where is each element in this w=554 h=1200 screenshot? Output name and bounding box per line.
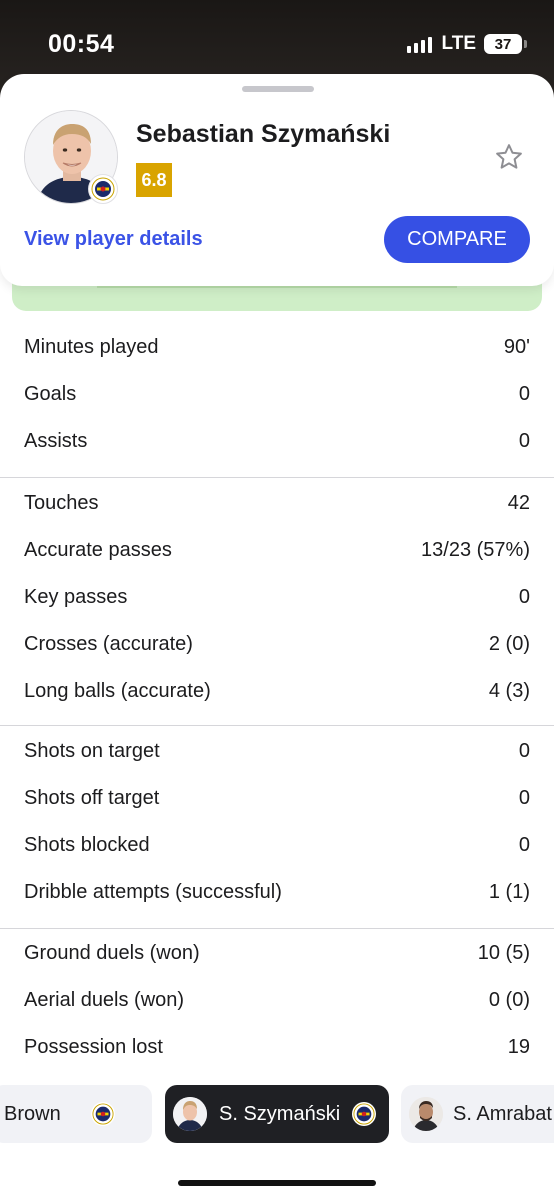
stat-label: Key passes (24, 586, 128, 608)
stat-row: Shots on target 0 (0, 728, 554, 775)
stat-value: 1 (1) (488, 881, 530, 903)
stat-row: Accurate passes 13/23 (57%) (0, 527, 554, 574)
stat-row: Minutes played 90' (0, 324, 554, 371)
signal-icon (406, 35, 432, 53)
stats-group-shooting: Shots on target 0 Shots off target 0 Shots… (0, 726, 554, 929)
stat-label: Assists (24, 430, 88, 452)
stats-list: Minutes played 90' Goals 0 Assists 0 Touche… (0, 324, 554, 1071)
stat-label: Goals (24, 383, 77, 405)
stat-row: Goals 0 (0, 371, 554, 418)
status-indicators: LTE 37 (406, 33, 527, 54)
rating-badge: 6.8 (136, 163, 172, 197)
stats-group-duels: Ground duels (won) 10 (5) Aerial duels (w… (0, 929, 554, 1071)
stat-label: Ground duels (won) (24, 942, 200, 964)
stat-row: Ground duels (won) 10 (5) (0, 930, 554, 977)
stat-value: 0 (518, 586, 530, 608)
stat-row: Crosses (accurate) 2 (0) (0, 621, 554, 668)
stat-row: Shots blocked 0 (0, 822, 554, 869)
view-player-details-link[interactable]: View player details (24, 228, 203, 251)
carousel-chip-next[interactable]: S. Amrabat (401, 1085, 554, 1143)
stat-value: 4 (3) (488, 680, 530, 702)
stat-value: 0 (518, 430, 530, 452)
stat-value: 2 (0) (488, 633, 530, 655)
stats-group-general: Minutes played 90' Goals 0 Assists 0 (0, 324, 554, 478)
stat-row: Assists 0 (0, 418, 554, 465)
stat-label: Crosses (accurate) (24, 633, 193, 655)
carousel-chip-current[interactable]: S. Szymański (165, 1085, 389, 1143)
club-badge-icon (352, 1102, 377, 1126)
stat-label: Shots off target (24, 787, 160, 809)
stat-label: Minutes played (24, 336, 159, 358)
carousel-player-name: S. Amrabat (453, 1102, 552, 1125)
stat-row: Possession lost 19 (0, 1024, 554, 1071)
stat-row: Dribble attempts (successful) 1 (1) (0, 869, 554, 916)
stat-label: Touches (24, 492, 99, 514)
stat-row: Long balls (accurate) 4 (3) (0, 668, 554, 715)
stat-row: Touches 42 (0, 480, 554, 527)
stat-value: 42 (507, 492, 530, 514)
stat-label: Aerial duels (won) (24, 989, 185, 1011)
stat-label: Accurate passes (24, 539, 172, 561)
stat-value: 13/23 (57%) (421, 539, 530, 561)
club-badge-icon (90, 1102, 115, 1126)
stat-value: 0 (518, 383, 530, 405)
sheet-grabber-handle[interactable] (242, 86, 314, 92)
player-header-card: Sebastian Szymański 6.8 View player deta… (0, 74, 554, 286)
stat-row: Aerial duels (won) 0 (0) (0, 977, 554, 1024)
player-avatar (409, 1097, 443, 1131)
stat-value: 90' (503, 336, 530, 358)
heatmap-pitch-line (97, 286, 457, 288)
stat-value: 0 (518, 787, 530, 809)
stat-label: Dribble attempts (successful) (24, 881, 282, 903)
battery-icon: 37 (484, 34, 527, 54)
stat-value: 19 (507, 1036, 530, 1058)
player-name: Sebastian Szymański (136, 120, 391, 148)
compare-button[interactable]: COMPARE (384, 216, 530, 263)
stat-value: 0 (518, 834, 530, 856)
carousel-chip-prev[interactable]: Brown (0, 1085, 152, 1143)
stat-value: 0 (0) (488, 989, 530, 1011)
player-avatar (173, 1097, 207, 1131)
stat-value: 0 (518, 740, 530, 762)
stat-label: Shots blocked (24, 834, 150, 856)
home-indicator[interactable] (178, 1180, 376, 1186)
carousel-player-name: Brown (4, 1102, 61, 1125)
stats-group-passing: Touches 42 Accurate passes 13/23 (57%) Key… (0, 478, 554, 726)
stat-row: Shots off target 0 (0, 775, 554, 822)
stat-value: 10 (5) (477, 942, 530, 964)
stat-label: Shots on target (24, 740, 160, 762)
stat-label: Long balls (accurate) (24, 680, 211, 702)
stat-label: Possession lost (24, 1036, 163, 1058)
network-type: LTE (441, 33, 476, 54)
stat-row: Key passes 0 (0, 574, 554, 621)
status-time: 00:54 (48, 30, 115, 58)
favorite-star-icon[interactable] (492, 140, 526, 174)
carousel-player-name: S. Szymański (219, 1102, 341, 1125)
club-badge-icon (88, 174, 118, 204)
